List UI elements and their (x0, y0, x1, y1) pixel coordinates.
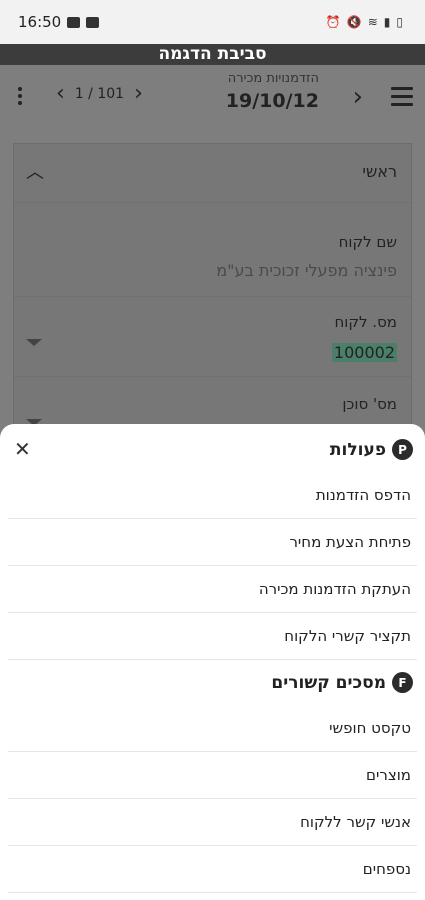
status-bar: 16:50 ⏰ 🔇 ≋ ▮ ▯ (0, 0, 425, 44)
customer-name-field[interactable]: שם לקוח פינציה מפעלי זכוכית בע"מ (14, 203, 411, 297)
alarm-icon: ⏰ (325, 15, 341, 29)
notification-icon (86, 16, 100, 28)
field-label: מס. לקוח (334, 313, 397, 331)
field-label: שם לקוח (338, 233, 397, 251)
battery-icon: ▯ (396, 15, 403, 29)
related-attachments[interactable]: נספחים (8, 846, 417, 893)
record-pager: ‹ 1 / 101 › (56, 83, 143, 105)
related-group-title: מסכים קשורים (271, 672, 386, 693)
page-subtitle: הזדמנויות מכירה (227, 71, 319, 86)
related-customer-contacts[interactable]: אנשי קשר ללקוח (8, 799, 417, 846)
status-time: 16:50 (18, 13, 62, 31)
page-title: 19/10/12 (225, 90, 319, 112)
field-label: מס' סוכן (342, 395, 397, 413)
actions-bottom-sheet: ✕ P פעולות הדפס הזדמנות פתיחת הצעת מחיר … (0, 424, 425, 900)
environment-banner: סביבת הדגמה (0, 44, 425, 65)
sheet-header: ✕ P פעולות (0, 424, 425, 472)
actions-badge: P (392, 439, 413, 460)
related-badge: F (392, 672, 413, 693)
action-print-opportunity[interactable]: הדפס הזדמנות (8, 472, 417, 519)
customer-number-field[interactable]: מס. לקוח 100002 (14, 297, 411, 377)
section-label: ראשי (362, 162, 397, 181)
mute-icon: 🔇 (346, 15, 362, 29)
back-chevron-icon[interactable]: › (353, 82, 363, 112)
field-value: פינציה מפעלי זכוכית בע"מ (216, 261, 397, 280)
hamburger-menu-icon[interactable] (391, 87, 413, 111)
action-open-quote[interactable]: פתיחת הצעת מחיר (8, 519, 417, 566)
gallery-icon (67, 16, 81, 28)
chevron-up-icon[interactable]: ︿ (26, 158, 44, 184)
next-record-icon[interactable]: › (134, 83, 143, 105)
wifi-icon: ≋ (367, 15, 378, 29)
pager-label: 1 / 101 (74, 86, 125, 102)
related-free-text[interactable]: טקסט חופשי (8, 705, 417, 752)
app-header: ‹ 1 / 101 › הזדמנויות מכירה 19/10/12 › (0, 65, 425, 127)
action-customer-summary[interactable]: תקציר קשרי הלקוח (8, 613, 417, 660)
actions-group-header: P פעולות (330, 439, 413, 460)
actions-group-title: פעולות (329, 439, 386, 460)
more-options-icon[interactable] (14, 87, 26, 109)
related-products[interactable]: מוצרים (8, 752, 417, 799)
previous-record-icon[interactable]: ‹ (56, 83, 65, 105)
related-group-header: F מסכים קשורים (271, 672, 413, 693)
page-title-block: הזדמנויות מכירה 19/10/12 (226, 71, 319, 112)
field-value: 100002 (331, 343, 397, 362)
action-copy-opportunity[interactable]: העתקת הזדמנות מכירה (8, 566, 417, 613)
record-form-card: ראשי ︿ שם לקוח פינציה מפעלי זכוכית בע"מ … (13, 143, 412, 443)
close-icon[interactable]: ✕ (14, 439, 31, 459)
dropdown-icon[interactable] (26, 339, 42, 346)
section-header-main[interactable]: ראשי ︿ (14, 144, 411, 203)
signal-icon: ▮ (383, 15, 391, 29)
